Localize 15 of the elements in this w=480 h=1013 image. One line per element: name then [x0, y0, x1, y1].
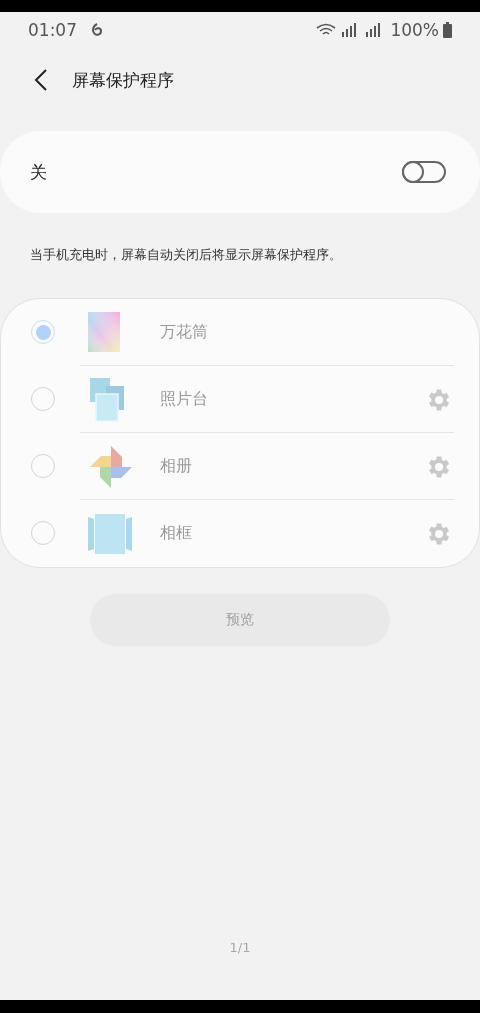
back-icon[interactable]	[34, 69, 48, 91]
battery-icon	[443, 22, 452, 38]
pinwheel-icon	[88, 443, 134, 490]
gradient-icon	[88, 312, 120, 353]
toggle-switch[interactable]	[402, 161, 446, 183]
switch-label: 关	[30, 160, 47, 184]
status-time: 01:07	[28, 20, 77, 40]
description-text: 当手机充电时，屏幕自动关闭后将显示屏幕保护程序。	[30, 247, 343, 264]
wifi-icon	[316, 23, 337, 37]
battery-percent: 100%	[390, 20, 439, 40]
frame-icon	[88, 513, 132, 554]
page-indicator: 1/1	[229, 940, 251, 955]
page-title: 屏幕保护程序	[72, 68, 174, 92]
photos-icon	[88, 377, 126, 422]
swirl-icon	[89, 22, 105, 38]
